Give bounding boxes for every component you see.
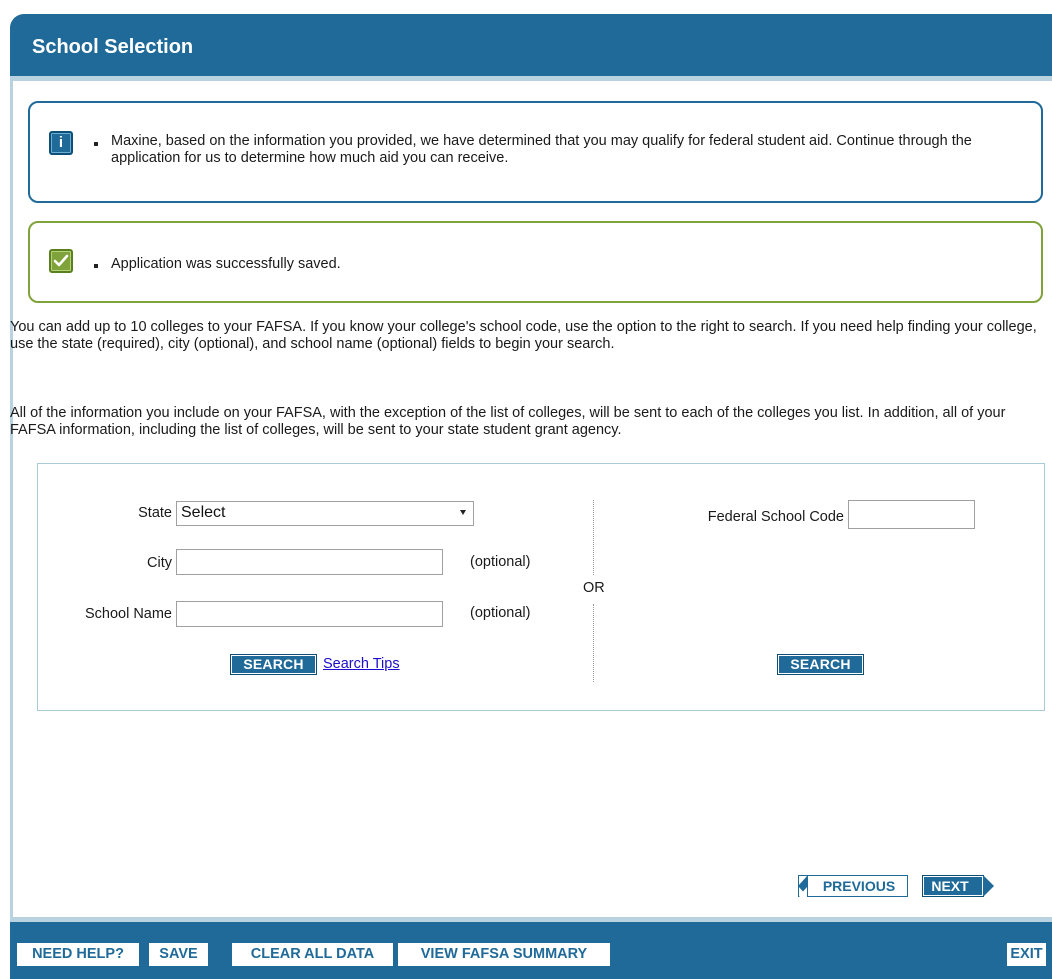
state-select[interactable]: Select xyxy=(176,501,474,526)
intro-paragraph: You can add up to 10 colleges to your FA… xyxy=(10,319,1037,352)
success-message: Application was successfully saved. xyxy=(28,221,1043,303)
state-select-value: Select xyxy=(181,504,226,521)
search-tips-link[interactable]: Search Tips xyxy=(323,656,400,672)
next-button[interactable]: NEXT xyxy=(922,875,994,897)
check-icon xyxy=(49,249,73,273)
bullet xyxy=(94,264,98,268)
school-name-input[interactable] xyxy=(176,601,443,627)
state-label: State xyxy=(138,505,172,521)
header-divider xyxy=(10,76,1052,81)
chevron-down-icon xyxy=(460,510,466,515)
save-button[interactable]: SAVE xyxy=(149,943,208,966)
arrow-right-icon xyxy=(983,875,994,897)
info-icon: i xyxy=(49,131,73,155)
arrow-left-icon xyxy=(798,875,808,905)
search-button[interactable]: SEARCH xyxy=(230,654,317,675)
city-optional-note: (optional) xyxy=(470,554,531,570)
divider xyxy=(593,500,594,575)
school-name-optional-note: (optional) xyxy=(470,605,531,621)
exit-button[interactable]: EXIT xyxy=(1007,943,1046,966)
school-search-panel: State Select City (optional) School Name… xyxy=(37,463,1045,711)
next-label: NEXT xyxy=(931,878,969,894)
code-search-button[interactable]: SEARCH xyxy=(777,654,864,675)
school-name-label: School Name xyxy=(84,606,172,622)
view-fafsa-summary-button[interactable]: VIEW FAFSA SUMMARY xyxy=(398,943,610,966)
city-input[interactable] xyxy=(176,549,443,575)
or-separator: OR xyxy=(583,580,605,596)
page: School Selection i Maxine, based on the … xyxy=(0,0,1052,979)
bullet xyxy=(94,142,98,146)
success-message-text: Application was successfully saved. xyxy=(111,256,341,272)
previous-label: PREVIOUS xyxy=(822,878,896,894)
clear-all-data-button[interactable]: CLEAR ALL DATA xyxy=(232,943,393,966)
previous-button[interactable]: PREVIOUS xyxy=(798,875,908,905)
divider xyxy=(593,604,594,682)
city-label: City xyxy=(147,555,172,571)
info-message: i Maxine, based on the information you p… xyxy=(28,101,1043,203)
federal-school-code-input[interactable] xyxy=(848,500,975,529)
need-help-button[interactable]: NEED HELP? xyxy=(17,943,139,966)
privacy-paragraph: All of the information you include on yo… xyxy=(10,405,1006,438)
page-title: School Selection xyxy=(32,36,194,58)
page-header: School Selection xyxy=(10,14,1052,76)
info-message-text: Maxine, based on the information you pro… xyxy=(111,133,972,166)
footer-toolbar: NEED HELP? SAVE CLEAR ALL DATA VIEW FAFS… xyxy=(10,922,1052,979)
federal-school-code-label: Federal School Code xyxy=(707,509,844,525)
left-border xyxy=(10,81,13,917)
